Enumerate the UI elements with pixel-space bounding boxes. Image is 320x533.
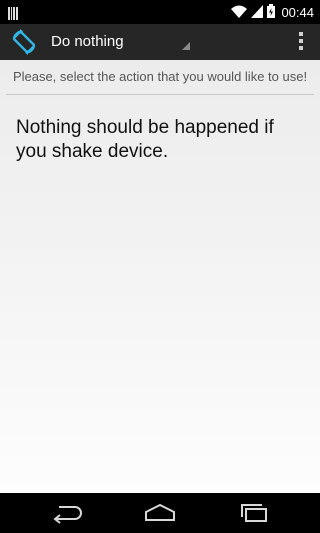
action-spinner[interactable]: Do nothing	[44, 24, 194, 60]
status-bar: 00:44	[0, 0, 320, 24]
overflow-menu-icon[interactable]	[296, 32, 306, 52]
notification-bars-icon	[8, 5, 18, 24]
dropdown-arrow-icon	[182, 35, 190, 54]
recent-apps-icon[interactable]	[237, 502, 271, 524]
back-icon[interactable]	[50, 502, 84, 524]
screen-rotation-icon[interactable]	[10, 28, 38, 56]
navigation-bar	[0, 493, 320, 533]
main-content: Please, select the action that you would…	[0, 60, 320, 493]
action-bar: Do nothing	[0, 24, 320, 60]
cell-signal-icon	[251, 3, 264, 22]
divider	[6, 94, 314, 95]
battery-icon	[267, 3, 276, 22]
instruction-text: Please, select the action that you would…	[12, 69, 308, 84]
home-icon[interactable]	[143, 502, 177, 524]
action-description: Nothing should be happened if you shake …	[16, 117, 274, 162]
status-time: 00:44	[281, 5, 314, 20]
wifi-icon	[231, 3, 248, 22]
spinner-selected-value: Do nothing	[51, 33, 124, 50]
